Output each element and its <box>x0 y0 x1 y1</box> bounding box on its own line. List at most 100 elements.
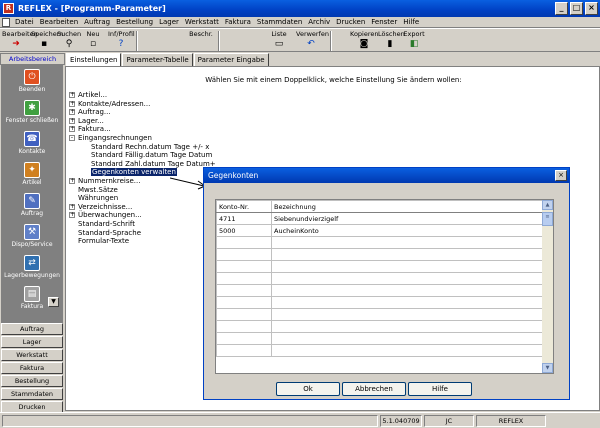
articles-shortcut[interactable]: ✦ Artikel <box>1 162 63 186</box>
bezeichnung-cell[interactable]: Siebenundvierzigelf <box>271 212 543 225</box>
expand-icon[interactable]: + <box>69 109 75 116</box>
tree-item[interactable]: Formular-Texte <box>69 237 129 246</box>
menu-lager[interactable]: Lager <box>156 18 182 26</box>
table-row[interactable] <box>216 308 543 321</box>
grid-scrollbar[interactable]: ▲ ≡ ▼ <box>542 200 553 373</box>
search-button[interactable]: Suchen ⚲ <box>57 30 81 52</box>
tab-parameter-tabelle[interactable]: Parameter-Tabelle <box>122 53 193 66</box>
description-button[interactable]: Beschr. <box>188 30 214 52</box>
table-row[interactable]: 4711 Siebenundvierzigelf <box>216 212 543 225</box>
bezeichnung-cell[interactable] <box>271 296 543 309</box>
expand-icon[interactable]: + <box>69 212 75 219</box>
expand-icon[interactable]: + <box>69 178 75 184</box>
scroll-thumb[interactable]: ≡ <box>542 212 553 226</box>
discard-button[interactable]: Verwerfen ↶ <box>296 30 329 52</box>
konto-cell[interactable] <box>216 284 272 297</box>
menu-hilfe[interactable]: Hilfe <box>400 18 422 26</box>
konto-cell[interactable]: 5000 <box>216 224 272 237</box>
bezeichnung-cell[interactable] <box>271 320 543 333</box>
expand-icon[interactable]: + <box>69 126 75 133</box>
nav-auftrag[interactable]: Auftrag <box>1 323 63 335</box>
export-button[interactable]: Export ◧ <box>402 30 426 52</box>
nav-werkstatt[interactable]: Werkstatt <box>1 349 63 361</box>
info-profile-button[interactable]: Inf/Profil? <box>108 30 135 52</box>
dispo-service-shortcut[interactable]: ⚒ Dispo/Service <box>1 224 63 248</box>
expand-icon[interactable]: + <box>69 100 75 107</box>
menu-stammdaten[interactable]: Stammdaten <box>254 18 305 26</box>
column-header-bezeichnung[interactable]: Bezeichnung <box>271 200 543 213</box>
help-button[interactable]: Hilfe <box>408 382 472 396</box>
menu-bearbeiten[interactable]: Bearbeiten <box>37 18 81 26</box>
konto-cell[interactable] <box>216 272 272 285</box>
table-row[interactable] <box>216 296 543 309</box>
ok-button[interactable]: Ok <box>276 382 340 396</box>
menu-drucken[interactable]: Drucken <box>333 18 368 26</box>
cancel-button[interactable]: Abbrechen <box>342 382 406 396</box>
edit-button[interactable]: Bearbeiten ➜ <box>2 30 38 52</box>
table-row[interactable] <box>216 332 543 345</box>
konto-cell[interactable] <box>216 296 272 309</box>
nav-bestellung[interactable]: Bestellung <box>1 375 63 387</box>
konto-cell[interactable] <box>216 344 272 357</box>
table-row[interactable] <box>216 320 543 333</box>
konto-cell[interactable]: 4711 <box>216 212 272 225</box>
menu-werkstatt[interactable]: Werkstatt <box>182 18 222 26</box>
exit-shortcut[interactable]: ⏻ Beenden <box>1 69 63 93</box>
scroll-up-icon[interactable]: ▲ <box>542 200 553 210</box>
menu-archiv[interactable]: Archiv <box>305 18 333 26</box>
expand-icon[interactable]: - <box>69 135 75 141</box>
bezeichnung-cell[interactable] <box>271 308 543 321</box>
close-window-shortcut[interactable]: ✱ Fenster schließen <box>1 100 63 124</box>
konto-cell[interactable] <box>216 248 272 261</box>
save-button[interactable]: Speichern ▪ <box>31 30 63 52</box>
maximize-button[interactable]: □ <box>570 2 583 15</box>
menu-datei[interactable]: Datei <box>12 18 37 26</box>
scroll-down-button[interactable]: ▼ <box>48 297 59 307</box>
table-row[interactable] <box>216 248 543 261</box>
bezeichnung-cell[interactable] <box>271 248 543 261</box>
konto-cell[interactable] <box>216 236 272 249</box>
bezeichnung-cell[interactable] <box>271 332 543 345</box>
konto-cell[interactable] <box>216 260 272 273</box>
delete-button[interactable]: Löschen ▮ <box>378 30 405 52</box>
bezeichnung-cell[interactable] <box>271 272 543 285</box>
workspace-header[interactable]: Arbeitsbereich <box>0 53 65 65</box>
expand-icon[interactable]: + <box>69 117 75 124</box>
list-button[interactable]: Liste ▭ <box>268 30 290 52</box>
menu-faktura[interactable]: Faktura <box>222 18 254 26</box>
new-button[interactable]: Neu ▫ <box>82 30 104 52</box>
dialog-close-button[interactable]: × <box>555 170 567 181</box>
konto-cell[interactable] <box>216 308 272 321</box>
order-shortcut[interactable]: ✎ Auftrag <box>1 193 63 217</box>
column-header-konto[interactable]: Konto-Nr. <box>216 200 272 213</box>
scroll-down-icon[interactable]: ▼ <box>542 363 553 373</box>
table-row[interactable] <box>216 344 543 357</box>
table-row[interactable] <box>216 284 543 297</box>
expand-icon[interactable]: + <box>69 92 75 98</box>
menu-bestellung[interactable]: Bestellung <box>113 18 156 26</box>
bezeichnung-cell[interactable]: AucheinKonto <box>271 224 543 237</box>
table-row[interactable]: 5000 AucheinKonto <box>216 224 543 237</box>
minimize-button[interactable]: _ <box>555 2 568 15</box>
copy-button[interactable]: Kopieren ◙ <box>350 30 379 52</box>
stock-movements-shortcut[interactable]: ⇄ Lagerbewegungen <box>1 255 63 279</box>
contacts-shortcut[interactable]: ☎ Kontakte <box>1 131 63 155</box>
bezeichnung-cell[interactable] <box>271 260 543 273</box>
table-row[interactable] <box>216 272 543 285</box>
menu-auftrag[interactable]: Auftrag <box>81 18 113 26</box>
close-button[interactable]: × <box>585 2 598 15</box>
bezeichnung-cell[interactable] <box>271 344 543 357</box>
nav-faktura[interactable]: Faktura <box>1 362 63 374</box>
bezeichnung-cell[interactable] <box>271 284 543 297</box>
bezeichnung-cell[interactable] <box>271 236 543 249</box>
tab-parameter-eingabe[interactable]: Parameter Eingabe <box>193 53 269 66</box>
expand-icon[interactable]: + <box>69 203 75 210</box>
konto-cell[interactable] <box>216 332 272 345</box>
table-row[interactable] <box>216 236 543 249</box>
nav-lager[interactable]: Lager <box>1 336 63 348</box>
konto-cell[interactable] <box>216 320 272 333</box>
tab-einstellungen[interactable]: Einstellungen <box>66 53 122 67</box>
nav-stammdaten[interactable]: Stammdaten <box>1 388 63 400</box>
table-row[interactable] <box>216 260 543 273</box>
menu-fenster[interactable]: Fenster <box>368 18 400 26</box>
